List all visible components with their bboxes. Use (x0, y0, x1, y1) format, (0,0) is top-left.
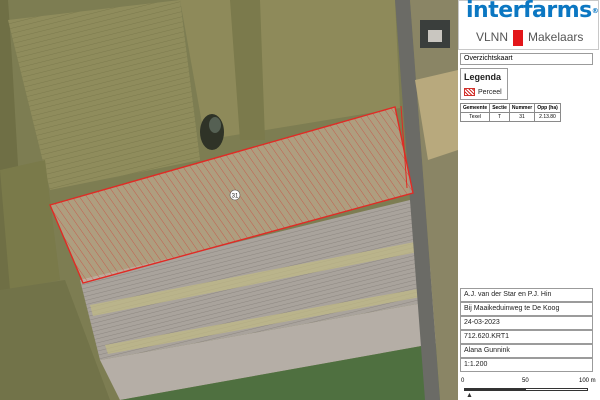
info-date: 24-03-2023 (460, 316, 593, 330)
info-author: Alana Gunnink (460, 344, 593, 358)
info-scale: 1:1.200 (460, 358, 593, 372)
north-arrow-icon: ▲ (466, 392, 473, 399)
logo-subtitle: VLNN Makelaars (476, 30, 584, 46)
logo-red-bar (513, 30, 524, 46)
table-row: Texel T 31 2.13.80 (459, 112, 561, 122)
info-reference: 712.620.KRT1 (460, 330, 593, 344)
legend: Legenda Perceel (460, 68, 508, 100)
legend-title: Legenda (464, 72, 502, 82)
scale-bar-graphic (464, 388, 588, 391)
legend-item-parcel: Perceel (464, 88, 502, 96)
scale-bar: 0 50 100 m (461, 378, 597, 400)
table-header-row: Gemeente Sectie Nummer Opp (ha) (459, 103, 561, 113)
info-location: Bij Maaikeduinweg te De Koog (460, 302, 593, 316)
info-owner: A.J. van der Star en P.J. Hin (460, 288, 593, 302)
overview-title: Overzichtskaart (460, 53, 593, 65)
parcel-table: Gemeente Sectie Nummer Opp (ha) Texel T … (459, 103, 561, 122)
parcel-swatch-icon (464, 88, 475, 96)
logo-brand: interfarms® (466, 0, 599, 23)
parcel-number-label: 31 (232, 194, 239, 200)
